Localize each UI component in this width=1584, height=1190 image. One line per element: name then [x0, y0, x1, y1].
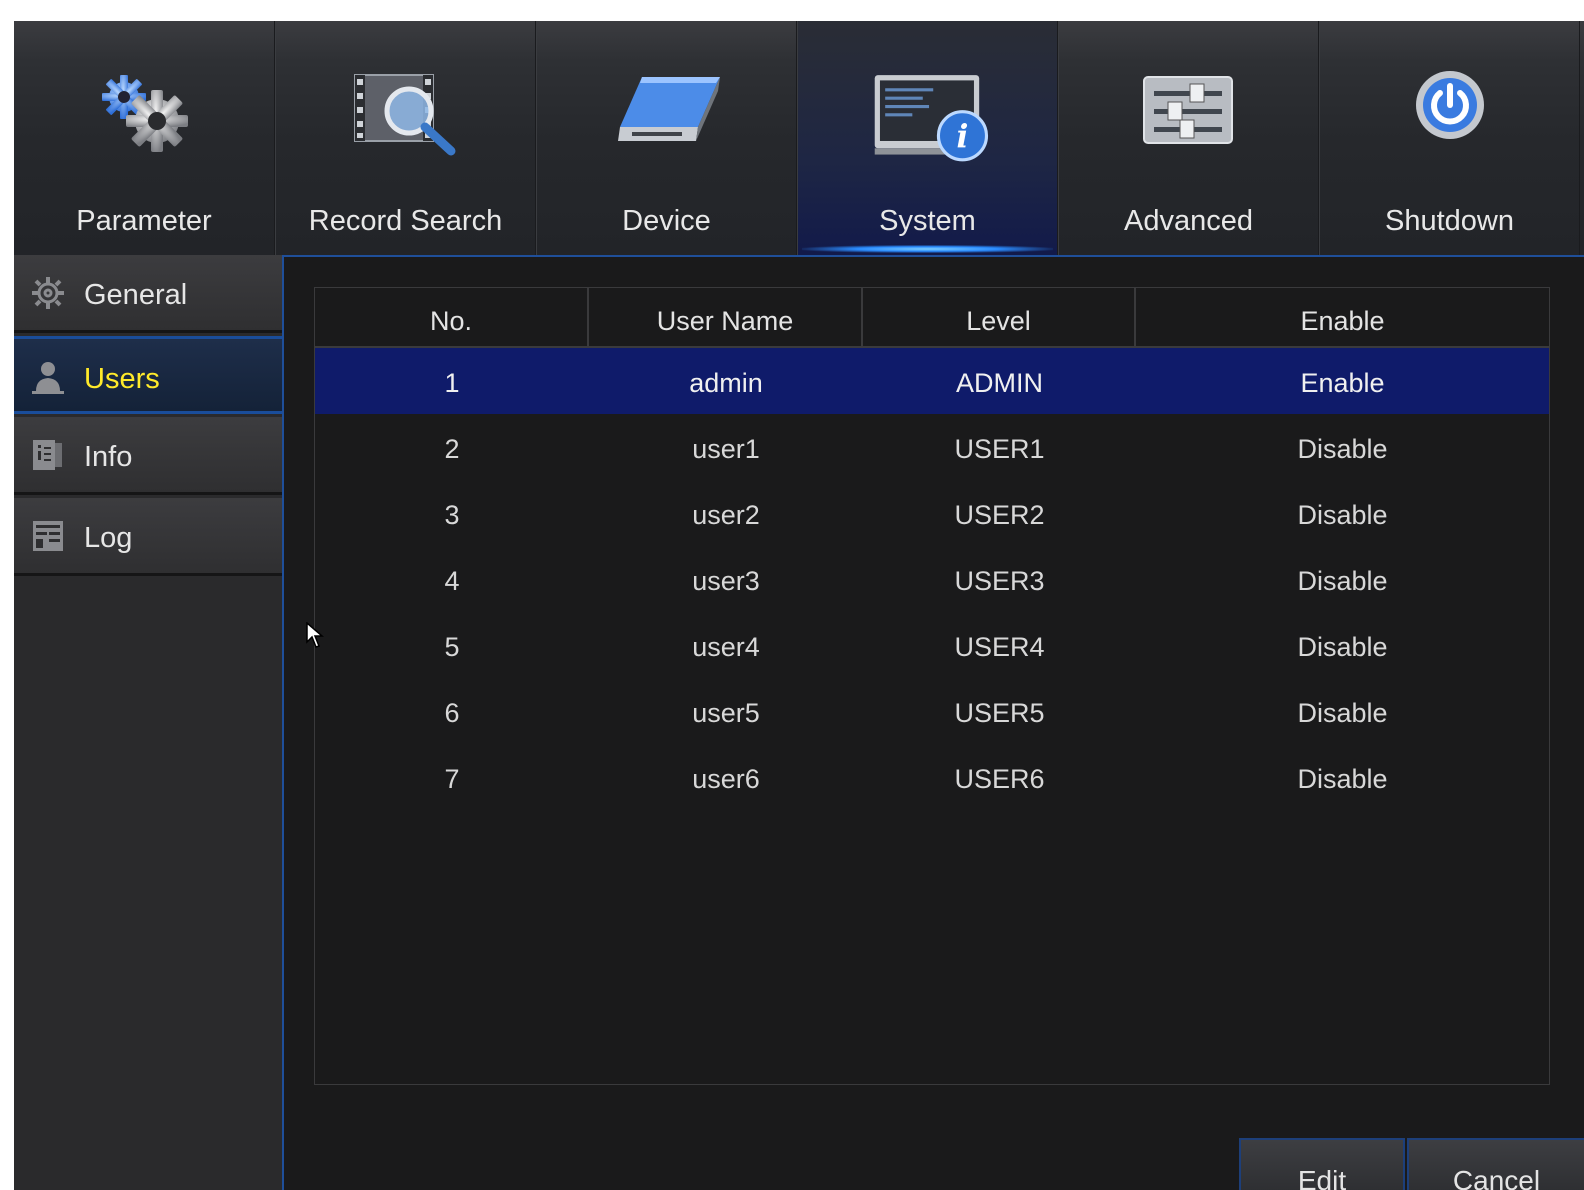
tab-label: Advanced	[1124, 205, 1253, 237]
cell-enable: Disable	[1297, 434, 1388, 464]
sidebar-item-users[interactable]: Users	[14, 336, 282, 414]
cell-no: 2	[444, 434, 460, 464]
column-header-user-name[interactable]: User Name	[589, 288, 863, 346]
cell-user-name: user4	[692, 632, 760, 662]
film-magnifier-icon	[353, 74, 455, 156]
tab-label: System	[879, 205, 976, 237]
cell-user-name: user5	[692, 698, 760, 728]
table-row[interactable]: 1 admin ADMIN Enable	[315, 348, 1549, 414]
sidebar: General Users Info Log	[14, 255, 282, 1190]
tab-record-search[interactable]: Record Search	[275, 21, 536, 255]
cell-no: 3	[444, 500, 460, 530]
cell-user-name: admin	[689, 368, 763, 398]
cell-user-name: user2	[692, 500, 760, 530]
sidebar-item-info[interactable]: Info	[14, 417, 282, 495]
mouse-cursor-icon	[306, 622, 324, 648]
edit-button[interactable]: Edit	[1239, 1138, 1405, 1190]
cell-no: 1	[444, 368, 460, 398]
column-header-level[interactable]: Level	[863, 288, 1136, 346]
gears-icon	[102, 75, 188, 152]
tab-advanced[interactable]: Advanced	[1058, 21, 1319, 255]
cell-level: USER4	[954, 632, 1045, 662]
cell-user-name: user6	[692, 764, 760, 794]
top-navigation: Parameter Record Search Device i System …	[14, 21, 1584, 255]
table-row[interactable]: 6 user5 USER5 Disable	[315, 678, 1549, 744]
cell-enable: Disable	[1297, 764, 1388, 794]
cancel-button[interactable]: Cancel	[1407, 1138, 1584, 1190]
cell-level: USER6	[954, 764, 1045, 794]
cell-enable: Enable	[1300, 368, 1385, 398]
cell-no: 4	[444, 566, 460, 596]
cell-level: USER1	[954, 434, 1045, 464]
cell-level: USER5	[954, 698, 1045, 728]
column-header-enable[interactable]: Enable	[1136, 288, 1549, 346]
monitor-info-icon: i	[874, 75, 988, 162]
cell-no: 5	[444, 632, 460, 662]
gear-icon	[32, 277, 64, 309]
cell-user-name: user3	[692, 566, 760, 596]
table-row[interactable]: 7 user6 USER6 Disable	[315, 744, 1549, 810]
sliders-icon	[1142, 76, 1233, 144]
table-row[interactable]: 3 user2 USER2 Disable	[315, 480, 1549, 546]
power-icon	[1415, 71, 1484, 139]
cell-level: USER2	[954, 500, 1045, 530]
tab-label: Record Search	[308, 205, 503, 237]
user-icon	[32, 362, 64, 394]
cell-no: 6	[444, 698, 460, 728]
column-header-no[interactable]: No.	[315, 288, 589, 346]
sidebar-item-general[interactable]: General	[14, 255, 282, 333]
cell-level: USER3	[954, 566, 1045, 596]
cell-enable: Disable	[1297, 500, 1388, 530]
content-panel: No. User Name Level Enable 1 admin ADMIN…	[282, 255, 1584, 1190]
tab-label: Parameter	[76, 205, 212, 237]
cell-enable: Disable	[1297, 698, 1388, 728]
dvr-screen: Parameter Record Search Device i System …	[14, 21, 1584, 1190]
tab-parameter[interactable]: Parameter	[14, 21, 275, 255]
user-table: No. User Name Level Enable 1 admin ADMIN…	[314, 287, 1550, 1085]
tab-label: Device	[622, 205, 711, 237]
table-row[interactable]: 2 user1 USER1 Disable	[315, 414, 1549, 480]
hard-drive-icon	[617, 77, 720, 141]
cell-level: ADMIN	[956, 368, 1043, 398]
table-row[interactable]: 4 user3 USER3 Disable	[315, 546, 1549, 612]
cell-enable: Disable	[1297, 632, 1388, 662]
tab-system[interactable]: i System	[797, 21, 1058, 255]
table-row[interactable]: 5 user4 USER4 Disable	[315, 612, 1549, 678]
tab-label: Shutdown	[1385, 205, 1514, 237]
tab-shutdown[interactable]: Shutdown	[1319, 21, 1580, 255]
sidebar-item-label: Users	[84, 363, 160, 395]
sidebar-item-label: General	[84, 279, 188, 311]
cell-user-name: user1	[692, 434, 760, 464]
svg-text:i: i	[956, 119, 968, 155]
sidebar-item-label: Log	[84, 522, 133, 554]
log-icon	[33, 521, 63, 551]
sidebar-item-label: Info	[84, 441, 133, 473]
cell-enable: Disable	[1297, 566, 1388, 596]
cell-no: 7	[444, 764, 460, 794]
sidebar-item-log[interactable]: Log	[14, 498, 282, 576]
info-icon	[33, 440, 62, 470]
tab-device[interactable]: Device	[536, 21, 797, 255]
table-header: No. User Name Level Enable	[315, 288, 1549, 348]
